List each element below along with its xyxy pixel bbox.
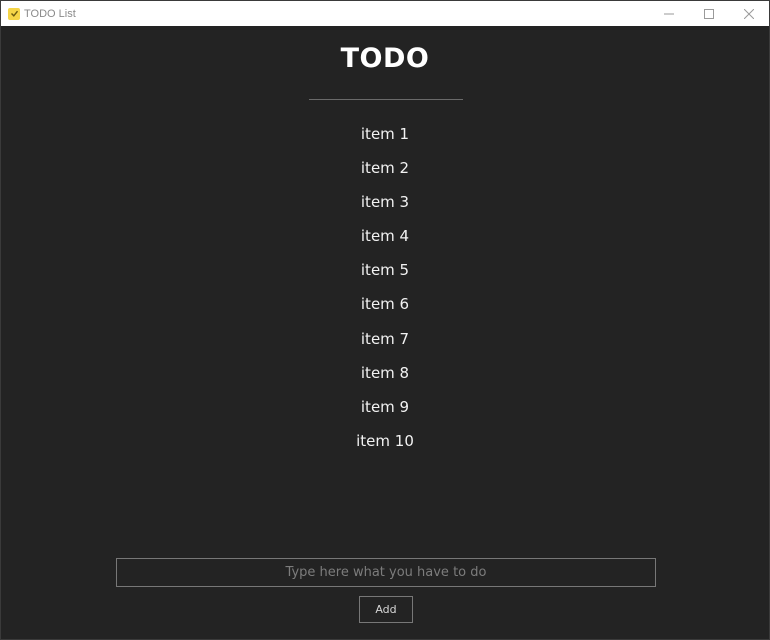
todo-item[interactable]: item 4 [1, 221, 769, 255]
app-window: TODO List TODO item 1 item 2 item 3 item… [0, 0, 770, 640]
todo-item[interactable]: item 8 [1, 358, 769, 392]
todo-list: item 1 item 2 item 3 item 4 item 5 item … [1, 119, 769, 460]
todo-item[interactable]: item 9 [1, 392, 769, 426]
todo-item[interactable]: item 7 [1, 324, 769, 358]
page-title: TODO [340, 43, 430, 74]
maximize-icon [704, 8, 714, 19]
todo-item[interactable]: item 1 [1, 119, 769, 153]
todo-app-icon [8, 7, 20, 20]
window-title: TODO List [24, 7, 76, 20]
close-button[interactable] [729, 1, 769, 26]
close-icon [744, 8, 754, 19]
add-button[interactable]: Add [359, 596, 413, 623]
maximize-button[interactable] [689, 1, 729, 26]
minimize-icon [664, 13, 674, 14]
todo-item[interactable]: item 3 [1, 187, 769, 221]
todo-item[interactable]: item 5 [1, 255, 769, 289]
todo-item[interactable]: item 6 [1, 289, 769, 323]
window-controls [649, 1, 769, 26]
title-divider [309, 99, 463, 100]
new-task-input[interactable] [116, 558, 656, 587]
title-bar[interactable]: TODO List [1, 1, 769, 26]
todo-item[interactable]: item 10 [1, 426, 769, 460]
todo-item[interactable]: item 2 [1, 153, 769, 187]
minimize-button[interactable] [649, 1, 689, 26]
